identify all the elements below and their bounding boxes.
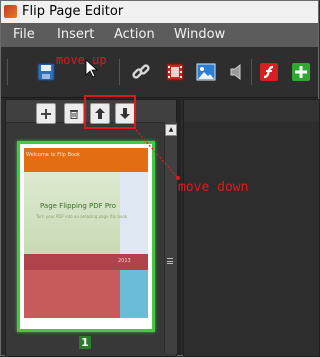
annotation-connector-down [135, 129, 179, 179]
annotation-overlay [85, 59, 180, 180]
mouse-cursor-icon [85, 59, 99, 78]
annotation-dot-icon [176, 176, 180, 180]
